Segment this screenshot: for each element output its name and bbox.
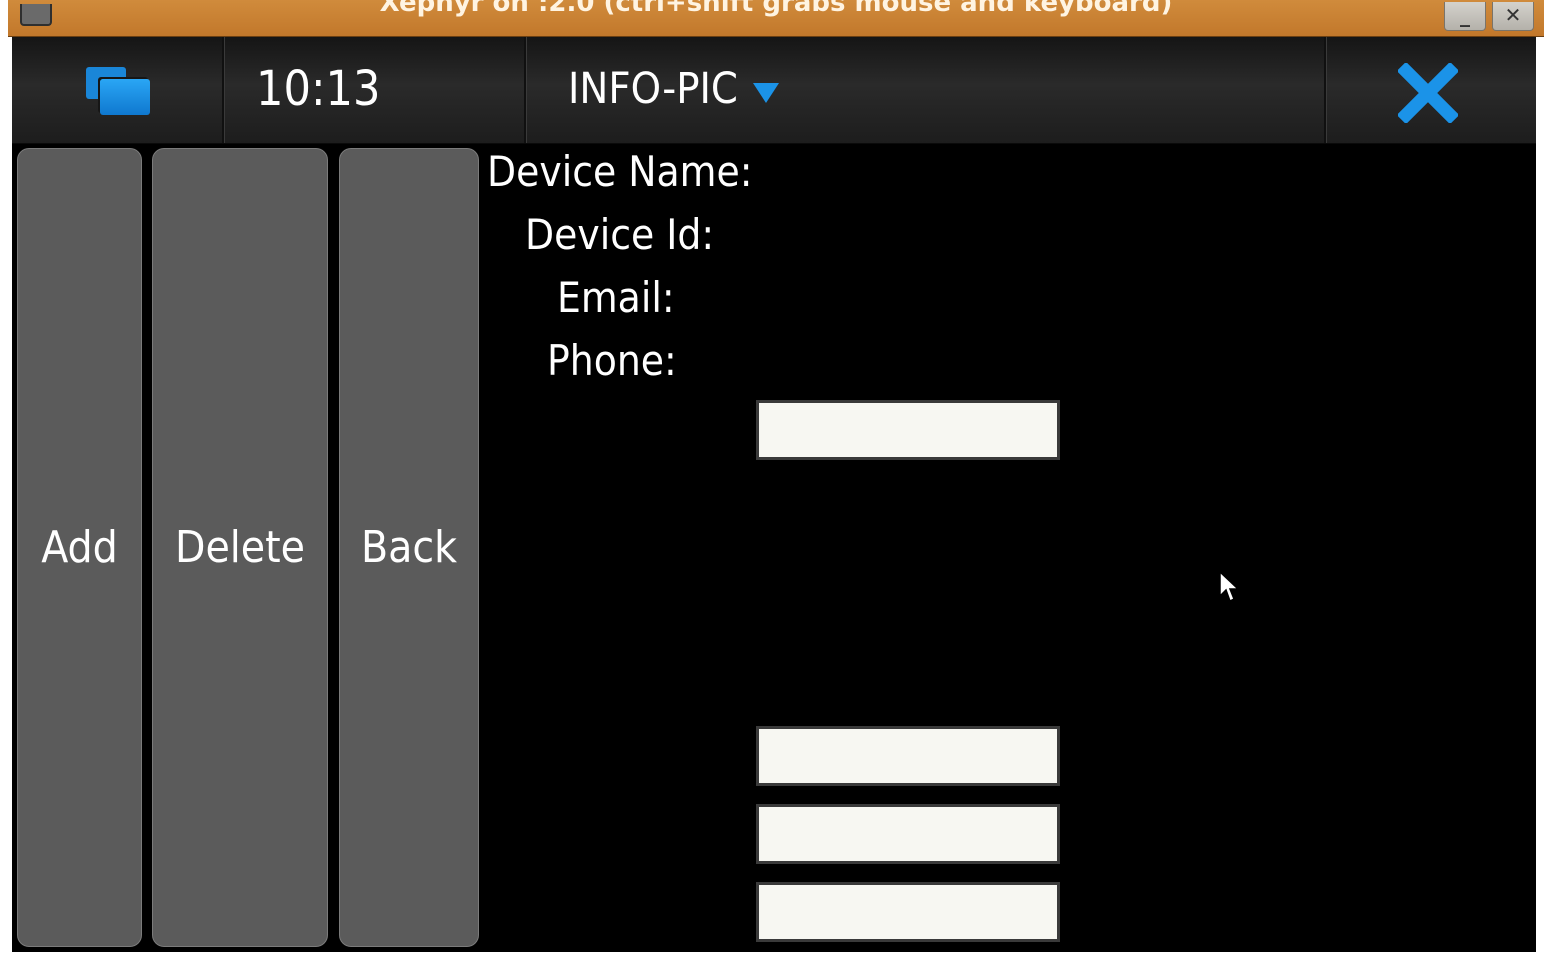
task-switcher-front-window [100, 79, 150, 115]
device-name-label: Device Name: [487, 147, 753, 196]
delete-button[interactable]: Delete [152, 148, 328, 947]
chevron-down-icon[interactable] [753, 83, 779, 103]
phone-label: Phone: [547, 336, 677, 385]
mouse-pointer-icon [1219, 570, 1240, 603]
host-minimize-button[interactable]: _ [1444, 2, 1486, 31]
app-title-menu[interactable]: INFO-PIC [568, 64, 738, 114]
statusbar-divider [222, 37, 224, 143]
close-icon[interactable] [1398, 63, 1458, 123]
device-id-field[interactable] [756, 726, 1060, 786]
host-window-titlebar[interactable]: Xephyr on :2.0 (ctrl+shift grabs mouse a… [8, 0, 1544, 37]
status-bar: 10:13 INFO-PIC [12, 37, 1536, 144]
device-id-label: Device Id: [525, 210, 715, 259]
statusbar-divider [1324, 37, 1326, 143]
phone-field[interactable] [756, 882, 1060, 942]
email-field[interactable] [756, 804, 1060, 864]
device-name-field[interactable] [756, 400, 1060, 460]
back-button[interactable]: Back [339, 148, 479, 947]
clock[interactable]: 10:13 [256, 61, 380, 117]
email-label: Email: [557, 273, 675, 322]
add-button[interactable]: Add [17, 148, 142, 947]
host-close-button[interactable]: ✕ [1492, 2, 1534, 31]
task-switcher-icon[interactable] [86, 67, 152, 119]
statusbar-divider [524, 37, 526, 143]
host-window-title: Xephyr on :2.0 (ctrl+shift grabs mouse a… [379, 0, 1173, 18]
emulated-screen: 10:13 INFO-PIC Add Delete Back Device Na… [12, 37, 1536, 952]
